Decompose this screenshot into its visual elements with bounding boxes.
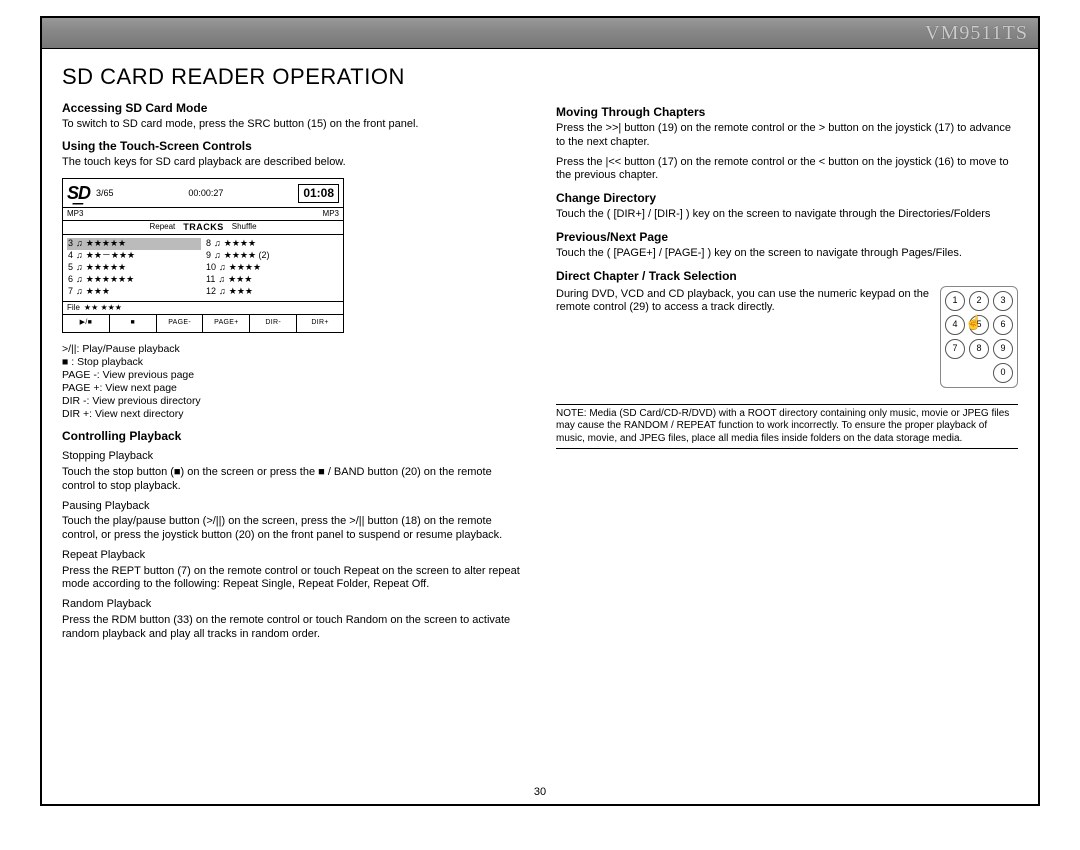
device-page-minus-button: PAGE- bbox=[157, 315, 204, 332]
mode-shuffle: Shuffle bbox=[232, 222, 257, 233]
section-heading: Controlling Playback bbox=[62, 429, 524, 444]
keypad-key: 7 bbox=[945, 339, 965, 359]
section-heading: Using the Touch-Screen Controls bbox=[62, 139, 524, 154]
track-row: 11♫★★★ bbox=[205, 274, 339, 286]
remote-keypad-illustration: 1 2 3 4 5☝ 6 7 8 9 0 bbox=[940, 286, 1018, 388]
device-track-list: 3♫★★★★★ 4♫★★－★★★ 5♫★★★★★ 6♫★★★★★★ 7♫★★★ … bbox=[63, 235, 343, 301]
section-heading: Accessing SD Card Mode bbox=[62, 101, 524, 116]
left-column: SD CARD READER OPERATION Accessing SD Ca… bbox=[62, 59, 524, 647]
page-title: SD CARD READER OPERATION bbox=[62, 63, 524, 91]
device-dir-minus-button: DIR- bbox=[250, 315, 297, 332]
keypad-key: 8 bbox=[969, 339, 989, 359]
body-text: Touch the ( [PAGE+] / [PAGE-] ) key on t… bbox=[556, 247, 1018, 261]
legend-line: DIR -: View previous directory bbox=[62, 395, 524, 408]
body-text: Touch the ( [DIR+] / [DIR-] ) key on the… bbox=[556, 208, 1018, 222]
device-top-row: S͟D 3/65 00:00:27 01:08 bbox=[63, 179, 343, 207]
legend-line: >/||: Play/Pause playback bbox=[62, 343, 524, 356]
body-text: The touch keys for SD card playback are … bbox=[62, 156, 524, 170]
legend-line: PAGE -: View previous page bbox=[62, 369, 524, 382]
legend-line: ■ : Stop playback bbox=[62, 356, 524, 369]
sub-heading: Stopping Playback bbox=[62, 450, 524, 464]
track-row: 3♫★★★★★ bbox=[67, 238, 201, 250]
body-text: Press the RDM button (33) on the remote … bbox=[62, 614, 524, 642]
right-column: Moving Through Chapters Press the >>| bu… bbox=[556, 59, 1018, 647]
pointer-hand-icon: ☝ bbox=[965, 314, 982, 332]
device-page-plus-button: PAGE+ bbox=[203, 315, 250, 332]
format-right: MP3 bbox=[323, 209, 339, 219]
sub-heading: Repeat Playback bbox=[62, 549, 524, 563]
keypad-key: 1 bbox=[945, 291, 965, 311]
body-text: To switch to SD card mode, press the SRC… bbox=[62, 118, 524, 132]
elapsed-time: 00:00:27 bbox=[188, 188, 223, 199]
section-heading: Direct Chapter / Track Selection bbox=[556, 269, 1018, 284]
device-file-bar: File ★★ ★★★ bbox=[63, 301, 343, 314]
device-play-pause-button: ▶/■ bbox=[63, 315, 110, 332]
sd-logo-icon: S͟D bbox=[67, 182, 90, 205]
track-row: 7♫★★★ bbox=[67, 286, 201, 298]
device-stop-button: ■ bbox=[110, 315, 157, 332]
format-left: MP3 bbox=[67, 209, 83, 219]
header-bar: VM9511TS bbox=[42, 18, 1038, 49]
track-row: 12♫★★★ bbox=[205, 286, 339, 298]
track-row: 6♫★★★★★★ bbox=[67, 274, 201, 286]
device-legend: >/||: Play/Pause playback ■ : Stop playb… bbox=[62, 343, 524, 422]
keypad-key: 3 bbox=[993, 291, 1013, 311]
keypad-key: 0 bbox=[993, 363, 1013, 383]
sub-heading: Pausing Playback bbox=[62, 500, 524, 514]
body-text: Touch the play/pause button (>/||) on th… bbox=[62, 515, 524, 543]
body-text: Touch the stop button (■) on the screen … bbox=[62, 466, 524, 494]
track-row: 5♫★★★★★ bbox=[67, 262, 201, 274]
page-frame: VM9511TS SD CARD READER OPERATION Access… bbox=[40, 16, 1040, 806]
track-row: 8♫★★★★ bbox=[205, 238, 339, 250]
section-heading: Previous/Next Page bbox=[556, 230, 1018, 245]
track-row: 9♫★★★★ (2) bbox=[205, 250, 339, 262]
note-box: NOTE: Media (SD Card/CD-R/DVD) with a RO… bbox=[556, 404, 1018, 450]
device-mode-row: Repeat TRACKS Shuffle bbox=[63, 221, 343, 235]
device-format-row: MP3 MP3 bbox=[63, 207, 343, 221]
track-row: 10♫★★★★ bbox=[205, 262, 339, 274]
clock-display: 01:08 bbox=[298, 184, 339, 203]
page-number: 30 bbox=[42, 786, 1038, 798]
keypad-key: 6 bbox=[993, 315, 1013, 335]
model-label: VM9511TS bbox=[925, 18, 1028, 48]
sub-heading: Random Playback bbox=[62, 598, 524, 612]
legend-line: PAGE +: View next page bbox=[62, 382, 524, 395]
body-text: Press the REPT button (7) on the remote … bbox=[62, 565, 524, 593]
mode-repeat: Repeat bbox=[149, 222, 175, 233]
device-screen-illustration: S͟D 3/65 00:00:27 01:08 MP3 MP3 Repeat T… bbox=[62, 178, 344, 333]
content-columns: SD CARD READER OPERATION Accessing SD Ca… bbox=[42, 49, 1038, 647]
body-text: Press the |<< button (17) on the remote … bbox=[556, 156, 1018, 184]
mode-tracks: TRACKS bbox=[183, 222, 224, 233]
keypad-key: 9 bbox=[993, 339, 1013, 359]
body-text: Press the >>| button (19) on the remote … bbox=[556, 122, 1018, 150]
legend-line: DIR +: View next directory bbox=[62, 408, 524, 421]
keypad-key: 5☝ bbox=[969, 315, 989, 335]
section-heading: Moving Through Chapters bbox=[556, 105, 1018, 120]
track-row: 4♫★★－★★★ bbox=[67, 250, 201, 262]
section-heading: Change Directory bbox=[556, 191, 1018, 206]
track-counter: 3/65 bbox=[96, 188, 114, 199]
device-button-row: ▶/■ ■ PAGE- PAGE+ DIR- DIR+ bbox=[63, 314, 343, 332]
keypad-key: 4 bbox=[945, 315, 965, 335]
keypad-key: 2 bbox=[969, 291, 989, 311]
device-dir-plus-button: DIR+ bbox=[297, 315, 343, 332]
